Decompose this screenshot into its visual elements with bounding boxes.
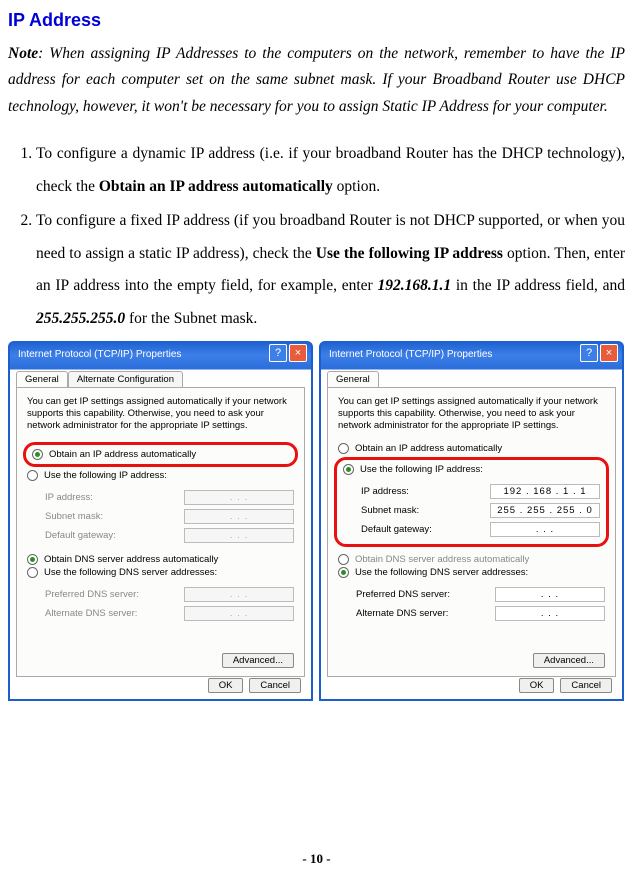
note-body: : When assigning IP Addresses to the com… — [8, 45, 625, 115]
note-label: Note — [8, 45, 38, 62]
highlight-use-ip: Use the following IP address: IP address… — [334, 457, 609, 547]
radio-icon — [338, 567, 349, 578]
label-gateway: Default gateway: — [45, 530, 116, 541]
radio-icon — [27, 470, 38, 481]
label-ip: IP address: — [45, 492, 93, 503]
cancel-button[interactable]: Cancel — [249, 678, 301, 693]
tabs: General Alternate Configuration — [16, 371, 311, 387]
steps-list: To configure a dynamic IP address (i.e. … — [8, 138, 625, 335]
label-subnet: Subnet mask: — [45, 511, 103, 522]
radio-icon — [338, 443, 349, 454]
radio-use-ip[interactable]: Use the following IP address: — [343, 463, 600, 476]
label-ip: IP address: — [361, 486, 409, 497]
radio-obtain-ip[interactable]: Obtain an IP address automatically — [338, 442, 605, 455]
help-button[interactable]: ? — [269, 344, 287, 362]
radio-use-ip-label: Use the following IP address: — [360, 464, 483, 475]
label-adns: Alternate DNS server: — [356, 608, 448, 619]
titlebar: Internet Protocol (TCP/IP) Properties ? … — [10, 341, 311, 367]
radio-obtain-ip[interactable]: Obtain an IP address automatically — [32, 448, 289, 461]
radio-obtain-ip-label: Obtain an IP address automatically — [355, 443, 502, 454]
radio-obtain-dns-label: Obtain DNS server address automatically — [44, 554, 218, 565]
input-subnet: . . . — [184, 509, 294, 524]
radio-use-dns[interactable]: Use the following DNS server addresses: — [338, 566, 605, 579]
ok-button[interactable]: OK — [208, 678, 244, 693]
dns-fields: Preferred DNS server: . . . Alternate DNS… — [45, 585, 294, 623]
radio-use-dns-label: Use the following DNS server addresses: — [355, 567, 528, 578]
step-1-bold: Obtain an IP address automatically — [99, 178, 333, 195]
radio-use-dns[interactable]: Use the following DNS server addresses: — [27, 566, 294, 579]
dialog-right: Internet Protocol (TCP/IP) Properties ? … — [319, 341, 624, 701]
radio-use-ip[interactable]: Use the following IP address: — [27, 469, 294, 482]
close-button[interactable]: × — [600, 344, 618, 362]
intro-text: You can get IP settings assigned automat… — [338, 396, 605, 432]
label-pdns: Preferred DNS server: — [356, 589, 450, 600]
tab-general[interactable]: General — [327, 371, 379, 387]
panel: You can get IP settings assigned automat… — [16, 387, 305, 677]
step-1-text-c: option. — [333, 178, 380, 195]
label-subnet: Subnet mask: — [361, 505, 419, 516]
step-2-text-e: for the Subnet mask. — [125, 310, 257, 327]
label-gateway: Default gateway: — [361, 524, 432, 535]
step-1: To configure a dynamic IP address (i.e. … — [36, 138, 625, 203]
input-ip[interactable]: 192 . 168 . 1 . 1 — [490, 484, 600, 499]
radio-icon — [27, 554, 38, 565]
tab-general[interactable]: General — [16, 371, 68, 387]
dialog-screenshots: Internet Protocol (TCP/IP) Properties ? … — [8, 341, 625, 701]
section-title: IP Address — [8, 10, 625, 31]
step-2: To configure a fixed IP address (if you … — [36, 205, 625, 335]
radio-use-ip-label: Use the following IP address: — [44, 470, 167, 481]
input-ip: . . . — [184, 490, 294, 505]
dialog-title: Internet Protocol (TCP/IP) Properties — [18, 349, 181, 360]
dialog-left: Internet Protocol (TCP/IP) Properties ? … — [8, 341, 313, 701]
radio-icon — [343, 464, 354, 475]
ip-fields: IP address: . . . Subnet mask: . . . Defau… — [45, 488, 294, 545]
radio-obtain-ip-label: Obtain an IP address automatically — [49, 449, 196, 460]
advanced-button[interactable]: Advanced... — [222, 653, 294, 668]
input-pdns[interactable]: . . . — [495, 587, 605, 602]
panel: You can get IP settings assigned automat… — [327, 387, 616, 677]
advanced-button[interactable]: Advanced... — [533, 653, 605, 668]
dialog-title: Internet Protocol (TCP/IP) Properties — [329, 349, 492, 360]
input-gateway: . . . — [184, 528, 294, 543]
radio-icon — [27, 567, 38, 578]
label-pdns: Preferred DNS server: — [45, 589, 139, 600]
radio-obtain-dns[interactable]: Obtain DNS server address automatically — [27, 553, 294, 566]
radio-icon — [32, 449, 43, 460]
step-2-ip: 192.168.1.1 — [377, 277, 451, 294]
highlight-obtain-ip: Obtain an IP address automatically — [23, 442, 298, 467]
input-adns: . . . — [184, 606, 294, 621]
tab-alternate[interactable]: Alternate Configuration — [68, 371, 183, 387]
titlebar: Internet Protocol (TCP/IP) Properties ? … — [321, 341, 622, 367]
intro-text: You can get IP settings assigned automat… — [27, 396, 294, 432]
input-gateway[interactable]: . . . — [490, 522, 600, 537]
page-number: - 10 - — [0, 851, 633, 867]
radio-icon — [338, 554, 349, 565]
tabs: General — [327, 371, 622, 387]
label-adns: Alternate DNS server: — [45, 608, 137, 619]
input-pdns: . . . — [184, 587, 294, 602]
radio-obtain-dns-label: Obtain DNS server address automatically — [355, 554, 529, 565]
close-button[interactable]: × — [289, 344, 307, 362]
step-2-mask: 255.255.255.0 — [36, 310, 125, 327]
ip-fields: IP address: 192 . 168 . 1 . 1 Subnet mask… — [361, 482, 600, 539]
step-2-bold-1: Use the following IP address — [316, 245, 503, 262]
radio-use-dns-label: Use the following DNS server addresses: — [44, 567, 217, 578]
radio-obtain-dns: Obtain DNS server address automatically — [338, 553, 605, 566]
input-subnet[interactable]: 255 . 255 . 255 . 0 — [490, 503, 600, 518]
input-adns[interactable]: . . . — [495, 606, 605, 621]
dns-fields: Preferred DNS server: . . . Alternate DNS… — [356, 585, 605, 623]
cancel-button[interactable]: Cancel — [560, 678, 612, 693]
help-button[interactable]: ? — [580, 344, 598, 362]
ok-button[interactable]: OK — [519, 678, 555, 693]
step-2-text-d: in the IP address field, and — [451, 277, 625, 294]
note-paragraph: Note: When assigning IP Addresses to the… — [8, 41, 625, 120]
